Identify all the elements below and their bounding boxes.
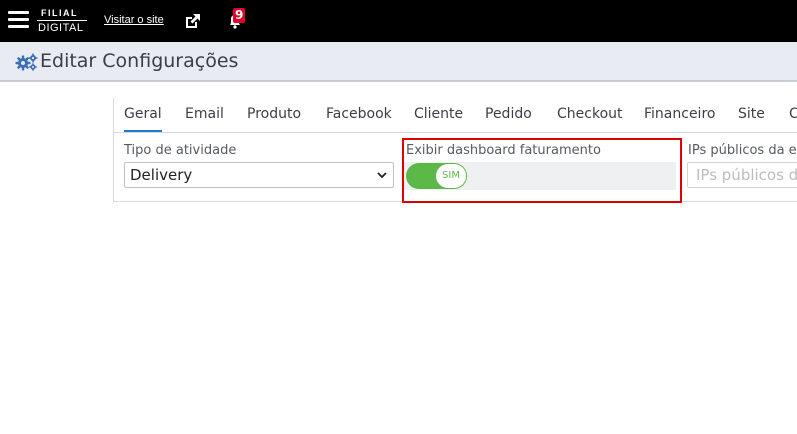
- external-link-icon[interactable]: [184, 13, 201, 30]
- menu-icon[interactable]: [8, 11, 29, 31]
- tab-financeiro[interactable]: Financeiro: [644, 106, 715, 122]
- gears-icon: [15, 53, 38, 71]
- logo-line2: DIGITAL: [38, 22, 84, 34]
- tab-more[interactable]: C: [789, 106, 797, 122]
- public-ips-label: IPs públicos da em: [688, 143, 797, 158]
- page-title: Editar Configurações: [40, 50, 239, 72]
- public-ips-input[interactable]: IPs públicos da: [687, 162, 797, 188]
- dashboard-toggle-row: SIM: [404, 162, 676, 190]
- settings-card: Geral Email Produto Facebook Cliente Ped…: [113, 98, 797, 203]
- logo[interactable]: FILIAL DIGITAL: [37, 8, 87, 36]
- tab-site[interactable]: Site: [738, 106, 765, 122]
- activity-type-value: Delivery: [130, 166, 193, 184]
- notifications-button[interactable]: 9: [224, 8, 248, 32]
- top-bar: FILIAL DIGITAL Visitar o site 9: [0, 0, 797, 42]
- dashboard-label: Exibir dashboard faturamento: [406, 143, 601, 158]
- tab-geral[interactable]: Geral: [124, 106, 162, 132]
- tab-checkout[interactable]: Checkout: [557, 106, 623, 122]
- dashboard-toggle[interactable]: SIM: [406, 163, 467, 189]
- logo-line1: FILIAL: [41, 8, 78, 18]
- activity-type-select[interactable]: Delivery: [124, 162, 394, 188]
- chevron-down-icon: [377, 172, 387, 179]
- tab-pedido[interactable]: Pedido: [485, 106, 532, 122]
- notification-badge: 9: [233, 8, 246, 23]
- toggle-knob: SIM: [436, 164, 466, 188]
- activity-type-label: Tipo de atividade: [124, 143, 237, 158]
- visit-site-link[interactable]: Visitar o site: [104, 14, 164, 26]
- tab-bar: Geral Email Produto Facebook Cliente Ped…: [114, 98, 797, 133]
- tab-facebook[interactable]: Facebook: [326, 106, 392, 122]
- tab-produto[interactable]: Produto: [247, 106, 301, 122]
- tab-cliente[interactable]: Cliente: [414, 106, 463, 122]
- tab-email[interactable]: Email: [185, 106, 224, 122]
- page-header: Editar Configurações: [0, 42, 797, 82]
